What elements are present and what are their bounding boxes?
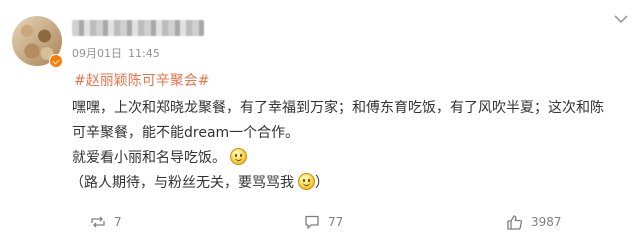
post-content: 嘿嘿，上次和郑晓龙聚餐，有了幸福到万家；和傅东育吃饭，有了风吹半夏；这次和陈 可… — [70, 96, 630, 196]
content-line: （路人期待，与粉丝无关，要骂骂我 ） — [70, 171, 630, 196]
like-icon — [507, 215, 522, 230]
repost-button[interactable]: 7 — [90, 212, 122, 232]
content-line: 就爱看小丽和名导吃饭。 — [72, 146, 630, 171]
comment-icon — [305, 215, 319, 229]
verified-badge-icon — [49, 54, 63, 68]
content-text: （路人期待，与粉丝无关，要骂骂我 — [70, 175, 294, 191]
comment-count: 77 — [328, 215, 344, 229]
chevron-down-icon[interactable] — [612, 12, 630, 26]
weibo-post-card: 09月01日 11:45 #赵丽颖陈可辛聚会# 嘿嘿，上次和郑晓龙聚餐，有了幸福到… — [0, 0, 640, 243]
repost-count: 7 — [114, 215, 122, 229]
smile-emoji-icon — [298, 173, 315, 190]
post-time: 11:45 — [128, 47, 160, 60]
hashtag-link[interactable]: #赵丽颖陈可辛聚会# — [74, 70, 209, 90]
content-text: 就爱看小丽和名导吃饭。 — [72, 150, 226, 166]
username-blurred[interactable] — [72, 20, 204, 36]
repost-icon — [91, 216, 105, 228]
post-meta: 09月01日 11:45 — [72, 45, 166, 61]
content-text: ） — [315, 175, 329, 191]
content-line: 嘿嘿，上次和郑晓龙聚餐，有了幸福到万家；和傅东育吃饭，有了风吹半夏；这次和陈 — [72, 100, 604, 116]
like-button[interactable]: 3987 — [506, 212, 562, 232]
content-line: 可辛聚餐，能不能dream一个合作。 — [72, 125, 300, 141]
smile-emoji-icon — [230, 148, 247, 165]
like-count: 3987 — [531, 215, 562, 229]
comment-button[interactable]: 77 — [304, 212, 343, 232]
post-date: 09月01日 — [72, 47, 122, 60]
